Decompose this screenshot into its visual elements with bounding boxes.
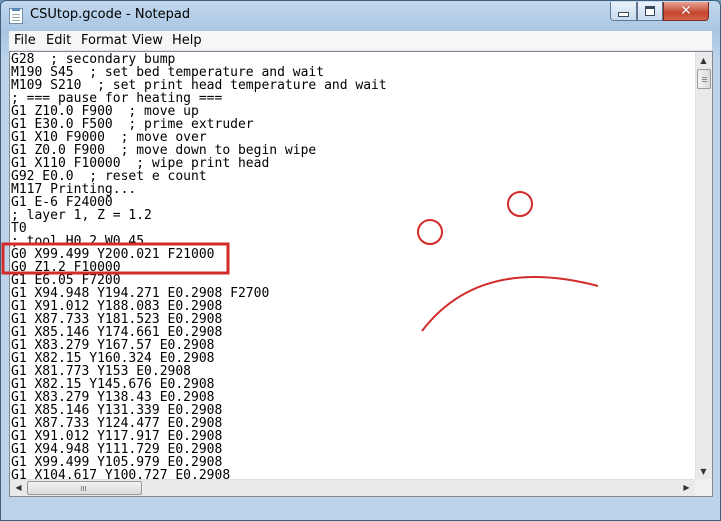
close-button[interactable]: ✕ [663, 2, 709, 21]
maximize-button[interactable] [637, 2, 663, 21]
menu-edit[interactable]: Edit [46, 32, 71, 49]
minimize-icon [618, 12, 629, 17]
menu-format[interactable]: Format [81, 32, 127, 49]
minimize-button[interactable] [610, 2, 637, 21]
text-editor[interactable]: G28 ; secondary bump M190 S45 ; set bed t… [9, 51, 713, 497]
notepad-icon[interactable] [9, 8, 23, 24]
scroll-left-arrow-icon[interactable]: ◀ [11, 480, 26, 495]
menu-view[interactable]: View [132, 32, 163, 49]
horizontal-scroll-thumb[interactable] [27, 481, 142, 495]
text-area[interactable]: G28 ; secondary bump M190 S45 ; set bed t… [11, 52, 694, 480]
menu-bar: File Edit Format View Help [9, 31, 712, 51]
text-line: ; layer 1, Z = 1.2 [11, 208, 152, 223]
horizontal-scrollbar[interactable]: ◀ ▶ [10, 479, 695, 496]
title-bar[interactable]: CSUtop.gcode - Notepad ✕ [1, 1, 720, 31]
notepad-window: CSUtop.gcode - Notepad ✕ File Edit Forma… [0, 0, 721, 521]
maximize-icon [645, 6, 655, 16]
scroll-up-arrow-icon[interactable]: ▲ [696, 53, 711, 68]
resize-grip-area [9, 498, 713, 514]
scroll-right-arrow-icon[interactable]: ▶ [679, 480, 694, 495]
vertical-scroll-thumb[interactable] [697, 69, 711, 89]
close-icon: ✕ [680, 3, 692, 19]
window-title: CSUtop.gcode - Notepad [30, 7, 191, 22]
scroll-down-arrow-icon[interactable]: ▼ [696, 464, 711, 479]
scrollbar-corner [695, 479, 712, 496]
menu-help[interactable]: Help [172, 32, 202, 49]
menu-file[interactable]: File [14, 32, 36, 49]
vertical-scrollbar[interactable]: ▲ ▼ [695, 52, 712, 480]
